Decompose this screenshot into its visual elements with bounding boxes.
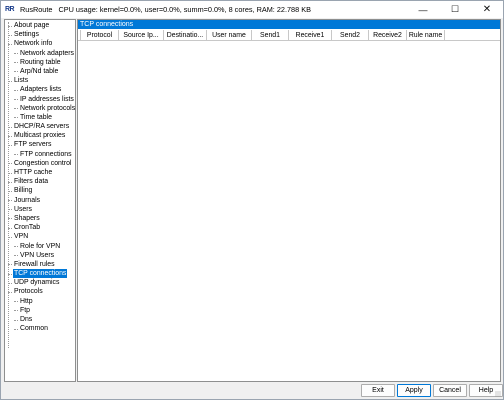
tree-item-congestion-control[interactable]: Congestion control	[5, 159, 75, 168]
tree-item-label: FTP servers	[14, 141, 52, 149]
app-logo-icon: RR	[5, 5, 15, 13]
tree-item-shapers[interactable]: Shapers	[5, 214, 75, 223]
tree-item-dhcp-ra-servers[interactable]: DHCP/RA servers	[5, 122, 75, 131]
close-button[interactable]: ✕	[471, 1, 503, 18]
tree-item-multicast-proxies[interactable]: Multicast proxies	[5, 131, 75, 140]
tree-item-label: About page	[14, 22, 50, 29]
tree-item-label: Protocols	[14, 288, 43, 296]
cpu-ram-status: CPU usage: kernel=0.0%, user=0.0%, summ=…	[58, 5, 311, 14]
tree-item-label: Shapers	[14, 214, 40, 222]
tree-item-label: Journals	[14, 196, 41, 204]
tree-item-http[interactable]: Http	[5, 297, 75, 306]
tree-item-billing[interactable]: Billing	[5, 186, 75, 195]
column-header-destinatio[interactable]: Destinatio...	[164, 30, 207, 41]
tree-item-label: DHCP/RA servers	[14, 123, 70, 131]
tree-item-vpn-users[interactable]: VPN Users	[5, 251, 75, 260]
maximize-icon: ☐	[450, 4, 460, 14]
tree-item-label: FTP connections	[20, 150, 72, 158]
tree-item-common[interactable]: Common	[5, 324, 75, 333]
tree-item-label: Ftp	[20, 306, 30, 314]
tree-item-ftp-servers[interactable]: FTP servers	[5, 140, 75, 149]
tree-item-label: Firewall rules	[14, 260, 55, 268]
tree-item-crontab[interactable]: CronTab	[5, 223, 75, 232]
tree-item-network-protocols[interactable]: Network protocols	[5, 104, 75, 113]
tree-item-label: Time table	[20, 113, 52, 121]
maximize-button[interactable]: ☐	[439, 1, 471, 18]
app-title: RusRoute	[20, 5, 53, 14]
tree-item-label: Congestion control	[14, 159, 72, 167]
tree-item-dns[interactable]: Dns	[5, 315, 75, 324]
cancel-button[interactable]: Cancel	[433, 384, 467, 397]
title-bar[interactable]: RR RusRoute CPU usage: kernel=0.0%, user…	[1, 1, 503, 18]
tree-item-label: Settings	[14, 31, 39, 39]
tree-item-filters-data[interactable]: Filters data	[5, 177, 75, 186]
tree-item-firewall-rules[interactable]: Firewall rules	[5, 260, 75, 269]
resize-grip-icon[interactable]	[495, 391, 501, 397]
tree-item-routing-table[interactable]: Routing table	[5, 58, 75, 67]
column-header-user-name[interactable]: User name	[207, 30, 252, 41]
tcp-connections-panel: TCP connections Protocol Source Ip... Dest…	[77, 19, 501, 382]
tree-item-lists[interactable]: Lists	[5, 76, 75, 85]
minimize-button[interactable]: —	[407, 1, 439, 18]
column-header-protocol[interactable]: Protocol	[81, 30, 119, 41]
tree-item-label: VPN Users	[20, 251, 55, 259]
tree-item-role-for-vpn[interactable]: Role for VPN	[5, 242, 75, 251]
app-window: RR RusRoute CPU usage: kernel=0.0%, user…	[0, 0, 504, 400]
tree-item-label: HTTP cache	[14, 169, 53, 176]
column-header-source-ip[interactable]: Source Ip...	[119, 30, 164, 41]
tree-item-label: Users	[14, 205, 32, 213]
tree-item-udp-dynamics[interactable]: UDP dynamics	[5, 278, 75, 287]
tree-item-http-cache[interactable]: HTTP cache	[5, 168, 75, 177]
navigation-tree[interactable]: About page Settings Network info Network ad…	[4, 19, 76, 382]
tree-item-label: UDP dynamics	[14, 279, 60, 287]
tree-item-settings[interactable]: Settings	[5, 30, 75, 39]
tree-item-label: Network info	[14, 40, 53, 48]
tree-item-label: IP addresses lists	[20, 95, 74, 103]
tree-item-label: Multicast proxies	[14, 132, 66, 140]
column-header-send1[interactable]: Send1	[252, 30, 289, 41]
tree-item-label: Common	[20, 325, 48, 333]
tree-item-time-table[interactable]: Time table	[5, 113, 75, 122]
minimize-icon: —	[418, 4, 428, 15]
tree-item-ftp[interactable]: Ftp	[5, 306, 75, 315]
tree-item-label: Billing	[14, 187, 33, 195]
tree-item-label: Http	[20, 297, 33, 305]
tree-item-label: Role for VPN	[20, 242, 61, 250]
tree-item-label: Lists	[14, 77, 29, 85]
tree-item-adapters-lists[interactable]: Adapters lists	[5, 85, 75, 94]
tree-item-arp-nd-table[interactable]: Arp/Nd table	[5, 67, 75, 76]
tree-item-label: Arp/Nd table	[20, 67, 59, 75]
tree-item-tcp-connections[interactable]: TCP connections	[5, 269, 75, 279]
tree-item-protocols[interactable]: Protocols	[5, 287, 75, 296]
tree-item-label: Dns	[20, 316, 33, 323]
tree-item-network-info[interactable]: Network info	[5, 39, 75, 48]
panel-title: TCP connections	[78, 20, 500, 29]
tree-item-label: Adapters lists	[20, 86, 62, 94]
column-header-rule-name[interactable]: Rule name	[407, 30, 445, 41]
tree-item-label: VPN	[14, 233, 29, 241]
table-header: Protocol Source Ip... Destinatio... User na…	[78, 30, 500, 41]
exit-button[interactable]: Exit	[361, 384, 395, 397]
tree-item-label: CronTab	[14, 224, 41, 232]
column-header-receive1[interactable]: Receive1	[289, 30, 332, 41]
tree-item-label: Filters data	[14, 178, 49, 186]
close-icon: ✕	[482, 4, 492, 15]
tree-item-ftp-connections[interactable]: FTP connections	[5, 150, 75, 159]
tree-item-label: TCP connections	[13, 269, 68, 279]
tree-item-network-adapters[interactable]: Network adapters	[5, 49, 75, 58]
column-header-receive2[interactable]: Receive2	[369, 30, 407, 41]
tree-item-users[interactable]: Users	[5, 205, 75, 214]
tree-item-about-page[interactable]: About page	[5, 21, 75, 30]
apply-button[interactable]: Apply	[397, 384, 431, 397]
tree-item-vpn[interactable]: VPN	[5, 232, 75, 241]
tree-item-ip-addresses-lists[interactable]: IP addresses lists	[5, 95, 75, 104]
tree-item-label: Routing table	[20, 58, 61, 66]
tree-item-journals[interactable]: Journals	[5, 196, 75, 205]
tree-item-label: Network adapters	[20, 49, 75, 57]
tree-item-label: Network protocols	[20, 104, 76, 112]
column-header-send2[interactable]: Send2	[332, 30, 369, 41]
